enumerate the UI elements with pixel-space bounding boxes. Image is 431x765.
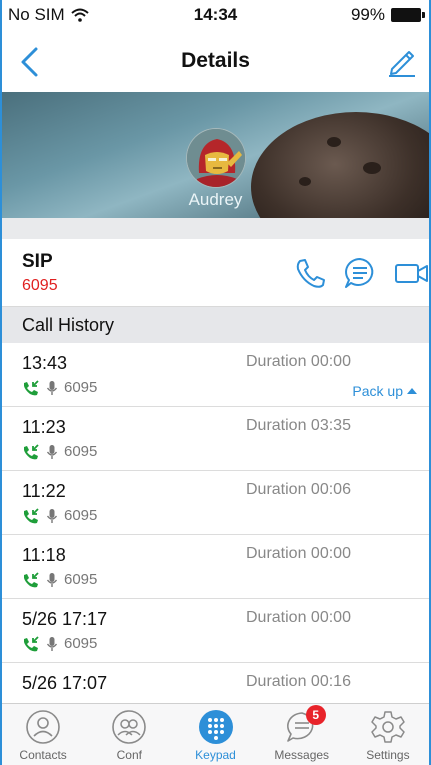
back-icon[interactable] [18, 46, 42, 78]
tab-label: Contacts [19, 748, 67, 762]
page-title: Details [181, 49, 250, 72]
tab-label: Messages [274, 748, 330, 762]
incoming-call-icon [24, 379, 39, 395]
section-spacer [0, 218, 431, 239]
history-item[interactable]: 11:23 6095 Duration 03:35 [0, 407, 431, 471]
call-history-header: Call History [0, 307, 431, 343]
keypad-icon [198, 710, 233, 744]
conference-icon [112, 710, 147, 744]
banner-decoration [299, 177, 311, 186]
call-number: 6095 [64, 635, 98, 652]
carrier-label: No SIM [8, 5, 65, 24]
call-meta: 6095 [22, 443, 97, 460]
navigation-bar: Details [0, 30, 431, 92]
status-bar: No SIM 14:34 99% [0, 0, 431, 30]
contact-name: Audrey [188, 190, 243, 209]
call-number: 6095 [64, 379, 98, 396]
history-item[interactable]: 13:43 6095 Duration 00:00 Pack up [0, 343, 431, 407]
call-time: 11:22 [22, 481, 66, 501]
avatar-illustration [187, 129, 245, 187]
microphone-icon [46, 636, 58, 651]
call-duration: Duration 00:06 [246, 481, 351, 498]
wifi-icon [71, 8, 89, 22]
call-meta: 6095 [22, 635, 97, 652]
call-meta: 6095 [22, 379, 97, 396]
call-time: 5/26 17:17 [22, 609, 108, 629]
call-duration: Duration 00:16 [246, 673, 351, 690]
call-time: 13:43 [22, 353, 68, 373]
messages-icon-wrap: 5 [284, 705, 326, 745]
call-meta: 6095 [22, 571, 97, 588]
banner-decoration [327, 137, 341, 147]
tab-conf[interactable]: Conf [86, 704, 172, 765]
call-meta: 6095 [22, 507, 97, 524]
status-right: 99% [350, 5, 425, 25]
microphone-icon [46, 444, 58, 459]
call-duration: Duration 00:00 [246, 353, 351, 370]
call-duration: Duration 00:00 [246, 609, 351, 626]
battery-icon [391, 8, 425, 22]
call-number: 6095 [64, 443, 98, 460]
microphone-icon [46, 508, 58, 523]
pack-up-button[interactable]: Pack up [352, 383, 417, 399]
video-call-icon[interactable] [393, 255, 429, 291]
unread-badge: 5 [305, 705, 326, 725]
history-item[interactable]: 11:18 6095 Duration 00:00 [0, 535, 431, 599]
settings-icon [371, 711, 405, 743]
contact-banner: Audrey [0, 92, 431, 218]
edit-icon[interactable] [385, 44, 419, 78]
incoming-call-icon [24, 571, 39, 587]
history-item[interactable]: 5/26 17:17 6095 Duration 00:00 [0, 599, 431, 663]
microphone-icon [46, 380, 58, 395]
avatar [186, 128, 246, 188]
battery-percent: 99% [350, 5, 385, 24]
status-left: No SIM [8, 5, 89, 25]
tab-label: Settings [366, 748, 410, 762]
tab-label: Keypad [195, 748, 236, 762]
caret-up-icon [407, 388, 417, 394]
call-icon[interactable] [292, 255, 328, 291]
microphone-icon [46, 572, 58, 587]
history-item[interactable]: 11:22 6095 Duration 00:06 [0, 471, 431, 535]
message-icon[interactable] [342, 255, 378, 291]
sip-number: 6095 [22, 277, 58, 294]
call-number: 6095 [64, 571, 98, 588]
call-number: 6095 [64, 507, 98, 524]
call-time: 11:18 [22, 545, 66, 565]
banner-decoration [363, 162, 381, 174]
tab-label: Conf [116, 748, 142, 762]
tab-settings[interactable]: Settings [345, 704, 431, 765]
call-duration: Duration 00:00 [246, 545, 351, 562]
pack-up-label: Pack up [352, 383, 403, 399]
call-history-list: 13:43 6095 Duration 00:00 Pack up 11:23 [0, 343, 431, 727]
call-time: 5/26 17:07 [22, 673, 108, 693]
tab-keypad[interactable]: Keypad [172, 704, 258, 765]
call-duration: Duration 03:35 [246, 417, 351, 434]
incoming-call-icon [24, 635, 39, 651]
tab-contacts[interactable]: Contacts [0, 704, 86, 765]
incoming-call-icon [24, 507, 39, 523]
call-time: 11:23 [22, 417, 66, 437]
tab-bar: Contacts Conf Keypad 5 Messages Settings [0, 703, 431, 765]
tab-messages[interactable]: 5 Messages [259, 704, 345, 765]
contacts-icon [26, 710, 60, 744]
sip-row: SIP 6095 [0, 239, 431, 307]
sip-label: SIP [22, 251, 53, 272]
incoming-call-icon [24, 443, 39, 459]
